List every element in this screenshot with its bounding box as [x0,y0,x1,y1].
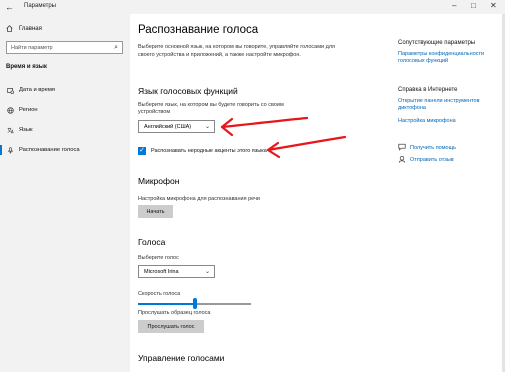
voice-speed-slider-thumb[interactable] [192,298,197,309]
microphone-description: Настройка микрофона для распознавания ре… [138,196,260,202]
sidebar-section-heading: Время и язык [6,64,47,70]
speech-language-instruction: Выберите язык, на котором вы будете гово… [138,102,284,115]
voice-value: Microsoft Irina [144,268,179,275]
sidebar-item-language[interactable]: Язык [0,121,130,139]
sidebar-item-date-time[interactable]: Дата и время [0,81,130,99]
help-chat-icon [398,143,406,151]
back-arrow-icon[interactable]: ← [5,2,14,12]
sidebar: Главная Найти параметр ⌕ Время и язык Да… [0,14,130,372]
voice-speed-slider-fill [138,303,195,305]
sidebar-item-label: Регион [19,107,38,113]
get-help-link[interactable]: Получить помощь [410,145,456,151]
sidebar-item-label: Распознавание голоса [19,147,80,153]
sidebar-item-label: Язык [19,127,33,133]
privacy-settings-link[interactable]: Параметры конфиденциальности голосовых ф… [398,51,498,65]
search-placeholder: Найти параметр [11,45,53,51]
speech-language-value: Английский (США) [144,123,192,130]
title-bar: ← Параметры – □ ✕ [0,0,505,14]
chevron-down-icon: ⌄ [204,269,210,275]
voices-heading: Голоса [138,237,166,247]
send-feedback-link[interactable]: Отправить отзыв [410,157,454,163]
online-help-heading: Справка в Интернете [398,87,458,93]
accent-checkbox-label[interactable]: Распознавать неродные акценты этого язык… [151,148,267,154]
minimize-button[interactable]: – [452,1,456,10]
language-icon [7,127,14,133]
related-settings-heading: Сопутствующие параметры [398,40,476,46]
home-link[interactable]: Главная [6,25,42,32]
sidebar-item-label: Дата и время [19,87,55,93]
microphone-icon [8,146,13,154]
play-voice-button[interactable]: Прослушать голос [138,320,204,333]
window-title: Параметры [24,3,56,9]
search-input[interactable]: Найти параметр ⌕ [6,41,123,54]
speech-language-heading: Язык голосовых функций [138,86,238,96]
voice-speed-label: Скорость голоса [138,291,181,297]
accent-checkbox[interactable]: ✓ [138,147,146,155]
dictation-toolbar-link[interactable]: Открытие панели инструментов диктофона [398,98,498,112]
calendar-clock-icon [7,87,14,94]
manage-voices-heading: Управление голосами [138,353,225,363]
voice-select[interactable]: Microsoft Irina ⌄ [138,265,215,278]
mic-setup-link[interactable]: Настройка микрофона [398,118,456,125]
globe-icon [7,106,14,114]
home-label: Главная [19,25,42,32]
sidebar-item-region[interactable]: Регион [0,101,130,119]
maximize-button[interactable]: □ [471,1,476,10]
page-description: Выберите основной язык, на котором вы го… [138,44,336,58]
mic-start-button[interactable]: Начать [138,205,173,218]
microphone-heading: Микрофон [138,176,180,186]
search-icon[interactable]: ⌕ [114,44,118,52]
feedback-icon [398,156,406,163]
voice-sample-label: Прослушать образец голоса [138,310,211,316]
main-content: Распознавание голоса Выберите основной я… [130,14,505,372]
home-icon [6,25,13,32]
page-title: Распознавание голоса [138,24,259,36]
close-button[interactable]: ✕ [490,1,497,10]
choose-voice-label: Выберите голос [138,255,179,261]
speech-language-select[interactable]: Английский (США) ⌄ [138,120,215,133]
sidebar-item-speech[interactable]: Распознавание голоса [0,141,130,159]
chevron-down-icon: ⌄ [204,124,210,130]
